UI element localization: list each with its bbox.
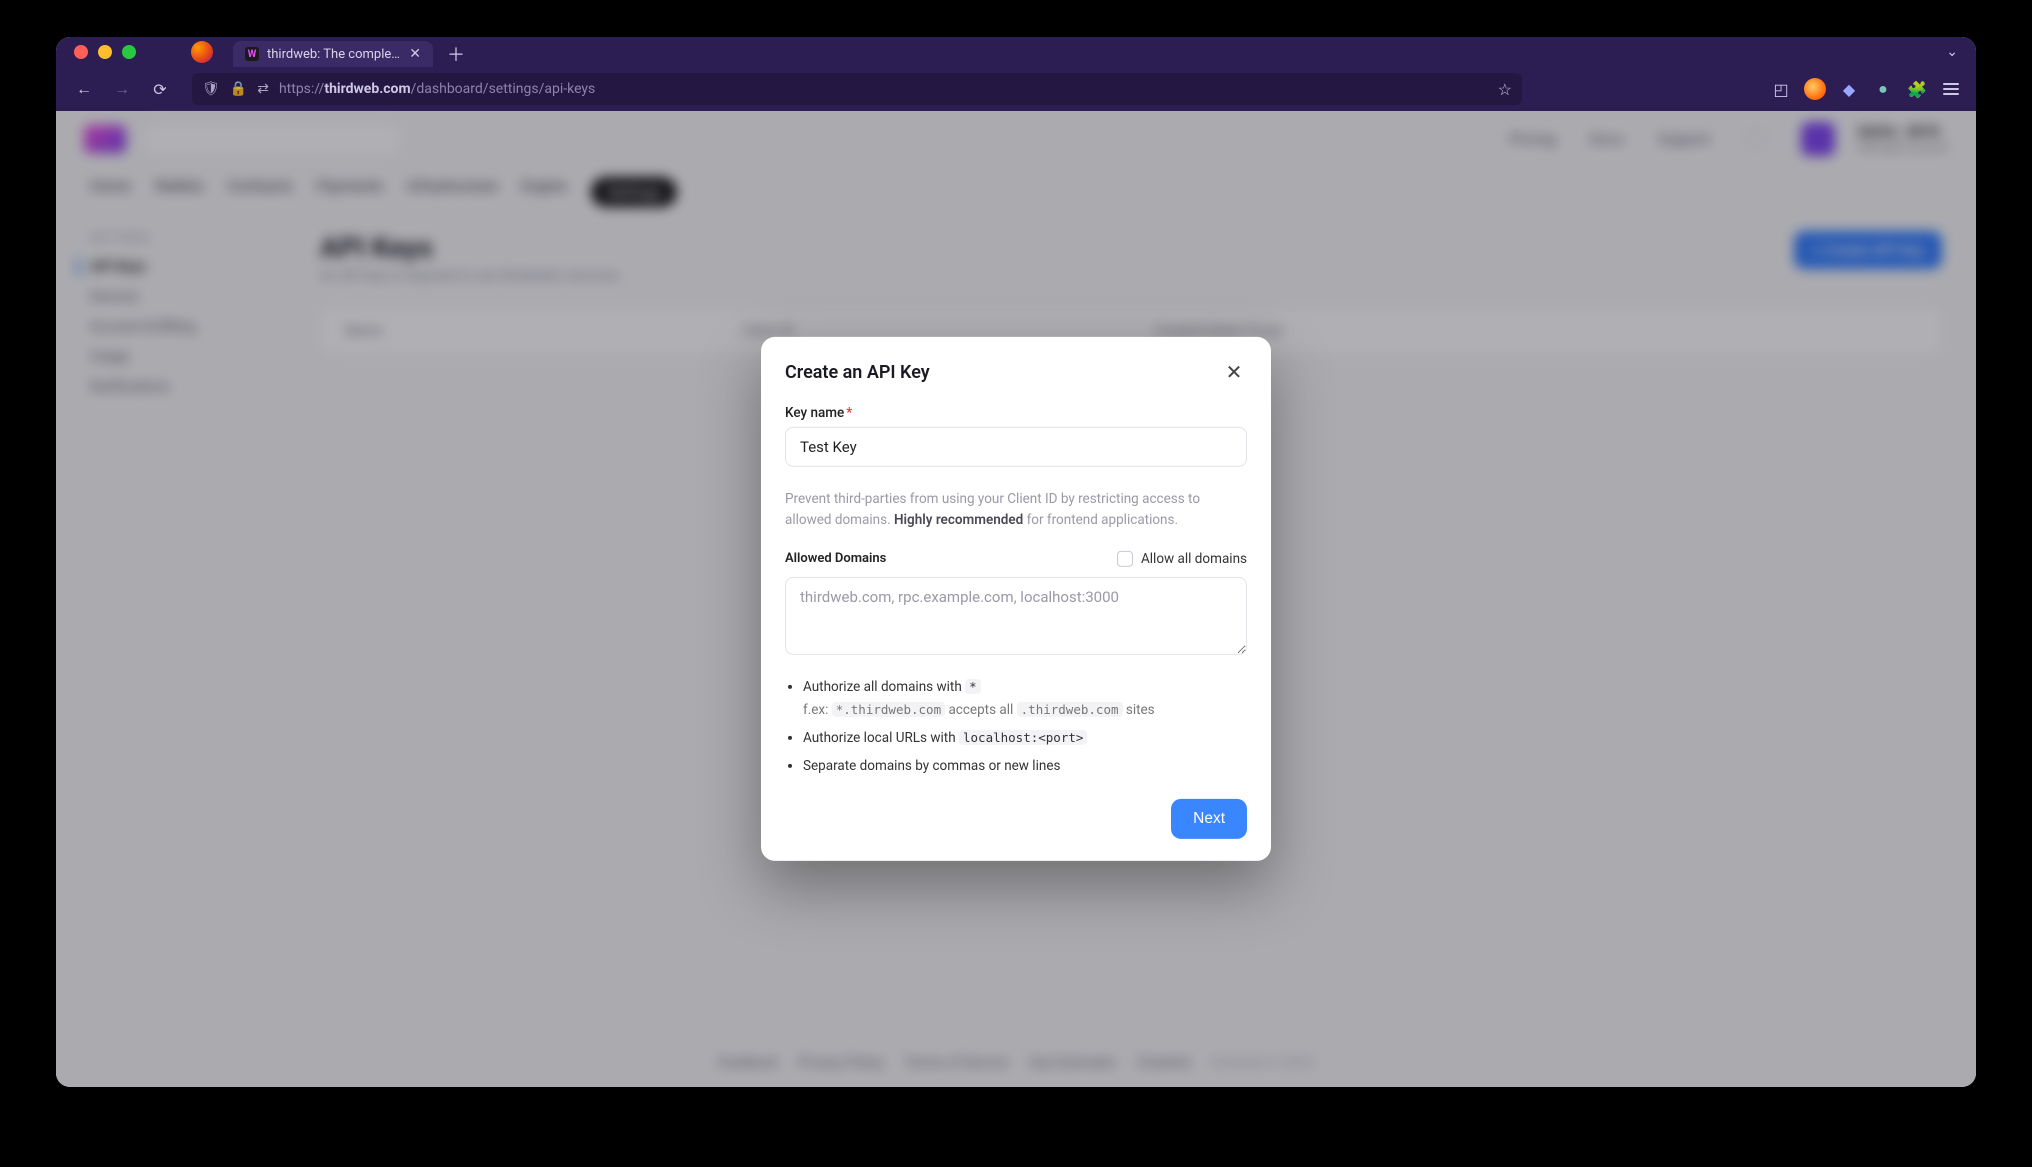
key-name-label: Key name* [785, 405, 1247, 421]
hint-separator: Separate domains by commas or new lines [803, 756, 1247, 778]
tab-close-icon[interactable]: ✕ [409, 46, 421, 62]
hint-wildcard: Authorize all domains with * f.ex: *.thi… [803, 677, 1247, 722]
url-bar[interactable]: 🛡 🔒 ⇄ https://thirdweb.com/dashboard/set… [192, 73, 1522, 105]
tab-title: thirdweb: The complete web3 d [267, 47, 401, 62]
lock-icon[interactable]: 🔒 [230, 81, 247, 97]
tabs-dropdown-icon[interactable]: ⌄ [1946, 44, 1958, 60]
url-text: https://thirdweb.com/dashboard/settings/… [279, 81, 1488, 97]
allowed-domains-input[interactable] [785, 577, 1247, 655]
new-tab-button[interactable]: ＋ [443, 41, 469, 67]
create-api-key-modal: Create an API Key ✕ Key name* Prevent th… [761, 337, 1271, 861]
allow-all-domains-checkbox[interactable]: Allow all domains [1117, 551, 1247, 567]
page: Pricing Docs Support kelvin...8676 Manag… [56, 111, 1976, 1087]
domain-hints: Authorize all domains with * f.ex: *.thi… [785, 677, 1247, 777]
tab-favicon: W [245, 47, 259, 61]
maximize-window-icon[interactable] [122, 45, 136, 59]
modal-title: Create an API Key [785, 361, 930, 382]
next-button[interactable]: Next [1171, 799, 1247, 839]
allowed-domains-label: Allowed Domains [785, 551, 886, 566]
permissions-icon[interactable]: ⇄ [257, 81, 269, 97]
back-button[interactable]: ← [70, 75, 98, 103]
key-help-text: Prevent third-parties from using your Cl… [785, 489, 1247, 531]
pocket-icon[interactable]: ◰ [1770, 78, 1792, 100]
allow-all-checkbox-input[interactable] [1117, 551, 1133, 567]
close-window-icon[interactable] [74, 45, 88, 59]
extension-icon-2[interactable]: ● [1872, 78, 1894, 100]
extensions-icon[interactable]: 🧩 [1906, 78, 1928, 100]
extension-metamask-icon[interactable] [1804, 78, 1826, 100]
close-icon[interactable]: ✕ [1221, 359, 1247, 385]
reload-button[interactable]: ⟳ [146, 75, 174, 103]
firefox-icon [191, 41, 213, 63]
bookmark-icon[interactable]: ☆ [1498, 80, 1512, 99]
browser-window: W thirdweb: The complete web3 d ✕ ＋ ⌄ ← … [56, 37, 1976, 1087]
forward-button[interactable]: → [108, 75, 136, 103]
window-controls [74, 45, 136, 59]
titlebar: W thirdweb: The complete web3 d ✕ ＋ ⌄ [56, 37, 1976, 67]
menu-icon[interactable] [1940, 78, 1962, 100]
extension-icon-1[interactable]: ◆ [1838, 78, 1860, 100]
browser-tab[interactable]: W thirdweb: The complete web3 d ✕ [233, 41, 433, 67]
minimize-window-icon[interactable] [98, 45, 112, 59]
shield-icon[interactable]: 🛡 [202, 81, 220, 97]
key-name-input[interactable] [785, 427, 1247, 467]
tabstrip: W thirdweb: The complete web3 d ✕ ＋ [233, 37, 469, 67]
hint-localhost: Authorize local URLs with localhost:<por… [803, 728, 1247, 750]
browser-toolbar: ← → ⟳ 🛡 🔒 ⇄ https://thirdweb.com/dashboa… [56, 67, 1976, 111]
